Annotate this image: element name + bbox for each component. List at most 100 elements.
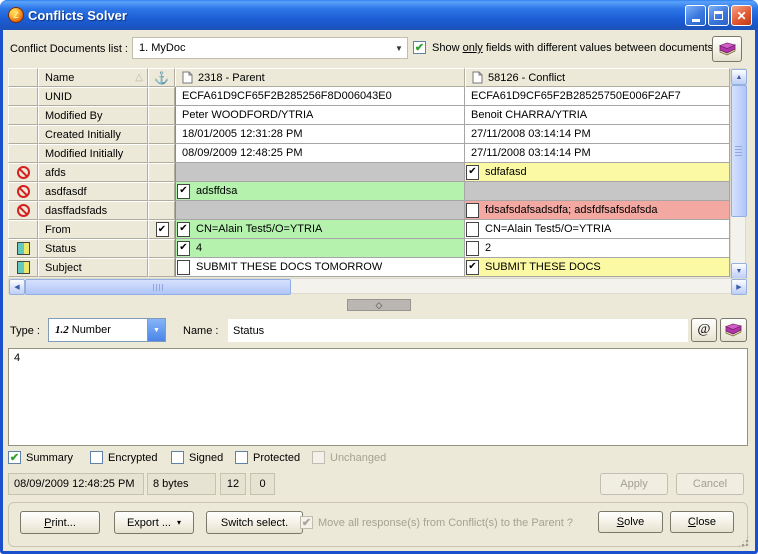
parent-value-cell[interactable] [175, 201, 465, 220]
column-header-name[interactable]: Name△ [38, 68, 148, 87]
scroll-right-button[interactable]: ▶ [731, 279, 747, 295]
anchor-checkbox[interactable] [156, 222, 169, 237]
parent-value-cell[interactable]: 18/01/2005 12:31:28 PM [175, 125, 465, 144]
row-name[interactable]: Modified By [38, 106, 148, 125]
value-checkbox[interactable] [177, 184, 190, 199]
field-name-display[interactable]: Status [228, 319, 688, 342]
row-anchor-cell[interactable] [148, 87, 175, 106]
protected-checkbox[interactable] [235, 451, 248, 464]
print-button[interactable]: Print... [20, 511, 100, 534]
conflict-value-cell[interactable]: CN=Alain Test5/O=YTRIA [465, 220, 730, 239]
title-bar[interactable]: Conflicts Solver [0, 0, 758, 30]
signed-checkbox[interactable] [171, 451, 184, 464]
row-name[interactable]: Subject [38, 258, 148, 277]
parent-value-cell[interactable]: 4 [175, 239, 465, 258]
value-editor[interactable]: 4 [8, 348, 748, 446]
solve-label: Solve [617, 516, 645, 528]
row-anchor-cell[interactable] [148, 220, 175, 239]
splitter-handle[interactable] [347, 299, 411, 311]
row-name[interactable]: Modified Initially [38, 144, 148, 163]
type-number-icon: 1.2 [55, 324, 69, 336]
row-status-cell [8, 220, 38, 239]
value-checkbox[interactable] [177, 222, 190, 237]
unchanged-label: Unchanged [330, 452, 386, 464]
row-anchor-cell[interactable] [148, 182, 175, 201]
conflict-header-label: 58126 - Conflict [488, 72, 565, 84]
row-name[interactable]: asdfasdf [38, 182, 148, 201]
row-anchor-cell[interactable] [148, 163, 175, 182]
conflict-value-cell[interactable]: sdfafasd [465, 163, 730, 182]
solve-button[interactable]: Solve [598, 511, 663, 533]
value-checkbox[interactable] [466, 203, 479, 218]
conflict-value-cell[interactable]: ECFA61D9CF65F2B28525750E006F2AF7 [465, 87, 730, 106]
scroll-left-button[interactable]: ◀ [9, 279, 25, 295]
type-combobox[interactable]: 1.2Number ▼ [48, 318, 166, 342]
show-only-different-checkbox[interactable] [413, 41, 426, 54]
cell-text: CN=Alain Test5/O=YTRIA [479, 223, 611, 235]
conflict-value-cell[interactable]: SUBMIT THESE DOCS [465, 258, 730, 277]
value-checkbox[interactable] [466, 222, 479, 237]
horizontal-scroll-thumb[interactable] [25, 279, 291, 295]
column-header-parent[interactable]: 2318 - Parent [175, 68, 465, 87]
row-name[interactable]: From [38, 220, 148, 239]
parent-value-cell[interactable]: 08/09/2009 12:48:25 PM [175, 144, 465, 163]
row-anchor-cell[interactable] [148, 239, 175, 258]
scroll-down-button[interactable]: ▼ [731, 263, 747, 279]
maximize-button[interactable] [708, 5, 729, 26]
horizontal-scrollbar[interactable]: ◀ ▶ [8, 278, 746, 294]
scroll-up-button[interactable]: ▲ [731, 69, 747, 85]
conflict-value-cell[interactable]: 27/11/2008 03:14:14 PM [465, 125, 730, 144]
conflict-value-cell[interactable]: 27/11/2008 03:14:14 PM [465, 144, 730, 163]
switch-select-button[interactable]: Switch select. [206, 511, 303, 534]
value-checkbox[interactable] [466, 241, 479, 256]
at-formula-button[interactable]: @ [691, 318, 717, 342]
value-checkbox[interactable] [466, 260, 479, 275]
anchor-icon: ⚓ [154, 71, 169, 85]
row-anchor-cell[interactable] [148, 201, 175, 220]
parent-value-cell[interactable] [175, 163, 465, 182]
vertical-scroll-thumb[interactable] [731, 85, 747, 217]
close-dialog-button[interactable]: Close [670, 511, 734, 533]
row-name[interactable]: afds [38, 163, 148, 182]
vertical-scrollbar[interactable]: ▲ ▼ [730, 68, 746, 278]
minimize-button[interactable] [685, 5, 706, 26]
parent-value-cell[interactable]: CN=Alain Test5/O=YTRIA [175, 220, 465, 239]
cell-text: CN=Alain Test5/O=YTRIA [190, 223, 322, 235]
parent-header-label: 2318 - Parent [198, 72, 265, 84]
value-checkbox[interactable] [177, 241, 190, 256]
value-checkbox[interactable] [177, 260, 190, 275]
parent-value-cell[interactable]: adsffdsa [175, 182, 465, 201]
count-value-2: 0 [259, 478, 265, 490]
apply-button[interactable]: Apply [600, 473, 668, 495]
row-anchor-cell[interactable] [148, 125, 175, 144]
export-button[interactable]: Export ...▾ [114, 511, 194, 534]
cancel-button[interactable]: Cancel [676, 473, 744, 495]
row-name[interactable]: Created Initially [38, 125, 148, 144]
document-list-combobox[interactable]: 1. MyDoc ▼ [132, 37, 408, 59]
row-anchor-cell[interactable] [148, 144, 175, 163]
column-header-anchor[interactable]: ⚓ [148, 68, 175, 87]
column-header-conflict[interactable]: 58126 - Conflict [465, 68, 730, 87]
conflict-value-cell[interactable] [465, 182, 730, 201]
row-name[interactable]: UNID [38, 87, 148, 106]
row-anchor-cell[interactable] [148, 106, 175, 125]
help-book-button[interactable] [712, 36, 742, 62]
conflict-value-cell[interactable]: fdsafsdafsadsdfa; adsfdfsafsdafsda [465, 201, 730, 220]
parent-value-cell[interactable]: SUBMIT THESE DOCS TOMORROW [175, 258, 465, 277]
at-icon: @ [698, 322, 711, 338]
value-checkbox[interactable] [466, 165, 479, 180]
value-editor-text: 4 [14, 352, 20, 364]
help-book-button-2[interactable] [720, 318, 747, 342]
row-name[interactable]: dasffadsfads [38, 201, 148, 220]
conflict-value-cell[interactable]: 2 [465, 239, 730, 258]
parent-value-cell[interactable]: Peter WOODFORD/YTRIA [175, 106, 465, 125]
row-name[interactable]: Status [38, 239, 148, 258]
conflict-value-cell[interactable]: Benoit CHARRA/YTRIA [465, 106, 730, 125]
encrypted-checkbox[interactable] [90, 451, 103, 464]
parent-value-cell[interactable]: ECFA61D9CF65F2B285256F8D006043E0 [175, 87, 465, 106]
summary-checkbox[interactable] [8, 451, 21, 464]
close-button[interactable]: ✕ [731, 5, 752, 26]
row-anchor-cell[interactable] [148, 258, 175, 277]
cell-text: adsffdsa [190, 185, 237, 197]
cell-text: SUBMIT THESE DOCS TOMORROW [190, 261, 382, 273]
